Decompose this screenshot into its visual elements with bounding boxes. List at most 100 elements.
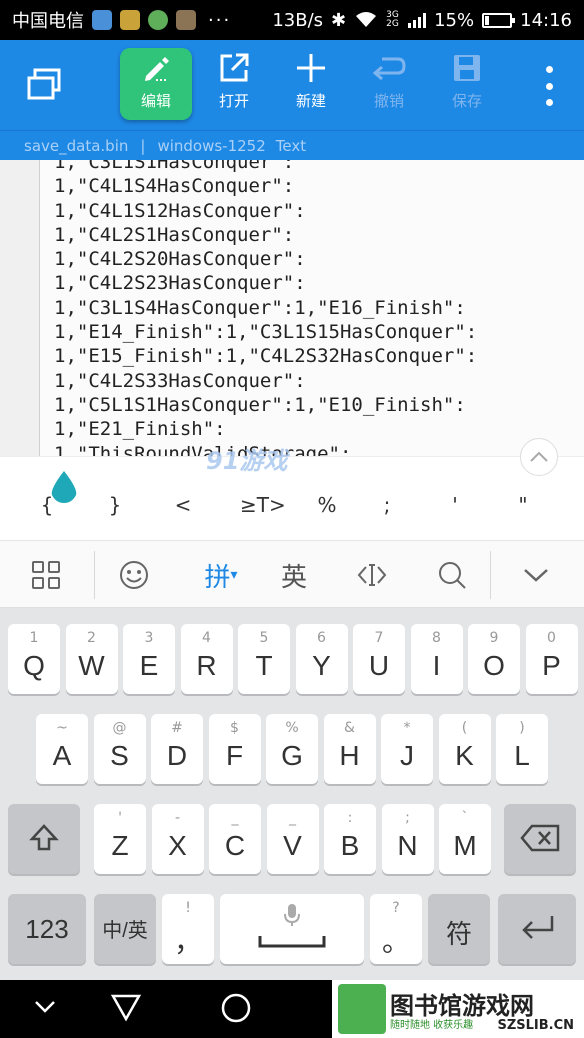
key-v[interactable]: _ V: [266, 804, 319, 874]
pinyin-mode-button[interactable]: 拼 ▾: [196, 555, 246, 595]
symbol-key-button[interactable]: 符: [428, 894, 490, 964]
grid-menu-icon[interactable]: [26, 555, 66, 595]
key-label: D: [166, 740, 188, 771]
code-line[interactable]: 1,"C4L1S12HasConquer":: [54, 199, 477, 223]
key-secondary-label: (: [461, 720, 468, 736]
key-secondary-label: 6: [317, 630, 326, 646]
search-icon[interactable]: [432, 555, 472, 595]
key-q[interactable]: 1Q: [8, 624, 60, 694]
key-a[interactable]: ~ A: [36, 714, 88, 784]
key-w[interactable]: 2W: [65, 624, 118, 694]
key-label: J: [400, 740, 414, 771]
text-editor[interactable]: 1,"C3L1S1HasConquer": 1,"C4L1S4HasConquer…: [0, 160, 584, 456]
symbol-key[interactable]: {: [32, 493, 62, 517]
code-line[interactable]: 1,"C4L1S4HasConquer":: [54, 174, 477, 198]
symbol-key[interactable]: }: [100, 493, 130, 517]
key-label: S: [110, 740, 129, 771]
home-icon[interactable]: [220, 992, 252, 1024]
windows-switcher-icon[interactable]: [26, 68, 62, 102]
key-p[interactable]: 0P: [525, 624, 578, 694]
code-line[interactable]: 1,"C5L1S1HasConquer":1,"E10_Finish":: [54, 393, 477, 417]
backspace-key[interactable]: [504, 804, 576, 874]
key-y[interactable]: 6Y: [295, 624, 348, 694]
open-external-icon: [198, 48, 270, 88]
symbol-key[interactable]: ': [440, 493, 470, 517]
bluetooth-icon: ✱: [331, 9, 347, 31]
dropdown-icon: ▾: [230, 567, 238, 583]
file-encoding[interactable]: windows-1252: [157, 137, 265, 155]
key-l[interactable]: ) L: [496, 714, 548, 784]
key-n[interactable]: ; N: [381, 804, 434, 874]
key-k[interactable]: (K: [438, 714, 491, 784]
code-content[interactable]: 1,"C3L1S1HasConquer": 1,"C4L1S4HasConquer…: [54, 160, 477, 456]
enter-key[interactable]: [498, 894, 576, 964]
key-f[interactable]: $ F: [208, 714, 261, 784]
key-secondary-label: :: [347, 810, 353, 826]
more-options-icon[interactable]: [544, 66, 554, 106]
key-s[interactable]: @ S: [93, 714, 146, 784]
undo-button[interactable]: 撤销: [353, 48, 425, 120]
key-secondary-label: 3: [144, 630, 154, 646]
key-secondary-label: $: [230, 720, 239, 736]
key-r[interactable]: 4R: [180, 624, 233, 694]
battery-percent: 15%: [434, 9, 475, 31]
space-key[interactable]: [220, 894, 364, 964]
symbol-key[interactable]: ;: [372, 493, 402, 517]
symbol-key[interactable]: %: [312, 493, 342, 517]
symbol-key[interactable]: <: [168, 493, 198, 517]
code-line[interactable]: 1,"C3L1S1HasConquer":: [54, 160, 477, 174]
code-line[interactable]: 1,"C3L1S4HasConquer":1,"E16_Finish":: [54, 296, 477, 320]
key-j[interactable]: * J: [381, 714, 433, 784]
numbers-key[interactable]: 123: [8, 894, 86, 964]
key-label: F: [225, 740, 244, 771]
cursor-move-icon[interactable]: [350, 555, 394, 595]
key-e[interactable]: 3E: [123, 624, 175, 694]
save-button[interactable]: 保存: [431, 48, 503, 120]
key-secondary-label: 5: [259, 630, 269, 646]
key-c[interactable]: _ C: [209, 804, 261, 874]
key-d[interactable]: # D: [151, 714, 203, 784]
back-icon[interactable]: [110, 992, 142, 1022]
comma-key[interactable]: ! ，: [162, 894, 214, 964]
key-label: E: [139, 650, 159, 681]
code-line[interactable]: 1,"E21_Finish":: [54, 417, 477, 441]
key-h[interactable]: & H: [323, 714, 376, 784]
key-g[interactable]: % G: [266, 714, 318, 784]
hide-keyboard-icon[interactable]: [516, 555, 556, 595]
code-line[interactable]: 1,"E14_Finish":1,"C3L1S15HasConquer":: [54, 320, 477, 344]
key-label: L: [514, 740, 530, 771]
period-key[interactable]: ? 。: [370, 894, 422, 964]
file-name[interactable]: save_data.bin: [24, 137, 128, 155]
key-t[interactable]: 5T: [238, 624, 290, 694]
key-m[interactable]: ` M: [439, 804, 491, 874]
key-x[interactable]: -X: [151, 804, 204, 874]
symbol-key[interactable]: ": [508, 493, 538, 517]
language-key-label: 中/英: [102, 920, 148, 942]
language-switch-key[interactable]: 中/英: [94, 894, 156, 964]
code-line[interactable]: 1,"C4L2S20HasConquer":: [54, 247, 477, 271]
key-o[interactable]: 9O: [468, 624, 520, 694]
signal-icon: [408, 12, 427, 28]
shift-key[interactable]: [8, 804, 80, 874]
edit-button[interactable]: 编辑: [120, 48, 192, 120]
code-line[interactable]: 1,"C4L2S23HasConquer":: [54, 271, 477, 295]
symbol-key[interactable]: ≥T>: [240, 493, 286, 517]
emoji-icon[interactable]: [114, 555, 154, 595]
key-b[interactable]: :B: [324, 804, 376, 874]
key-u[interactable]: 7U: [353, 624, 405, 694]
file-mode[interactable]: Text: [276, 137, 306, 155]
scroll-up-button[interactable]: [520, 438, 558, 476]
code-line[interactable]: 1,"C4L2S33HasConquer":: [54, 369, 477, 393]
nav-collapse-icon[interactable]: [34, 1000, 56, 1014]
key-z[interactable]: ' Z: [94, 804, 146, 874]
open-button[interactable]: 打开: [198, 48, 270, 120]
english-mode-button[interactable]: 英: [272, 555, 316, 595]
key-label: Q: [23, 650, 45, 681]
new-button[interactable]: 新建: [275, 48, 347, 120]
browser-app-icon: [148, 10, 168, 30]
key-secondary-label: 0: [547, 630, 556, 646]
key-i[interactable]: 8I: [410, 624, 463, 694]
code-line[interactable]: 1,"E15_Finish":1,"C4L2S32HasConquer":: [54, 344, 477, 368]
code-line[interactable]: 1,"C4L2S1HasConquer":: [54, 223, 477, 247]
period-key-sub: ?: [392, 900, 400, 916]
